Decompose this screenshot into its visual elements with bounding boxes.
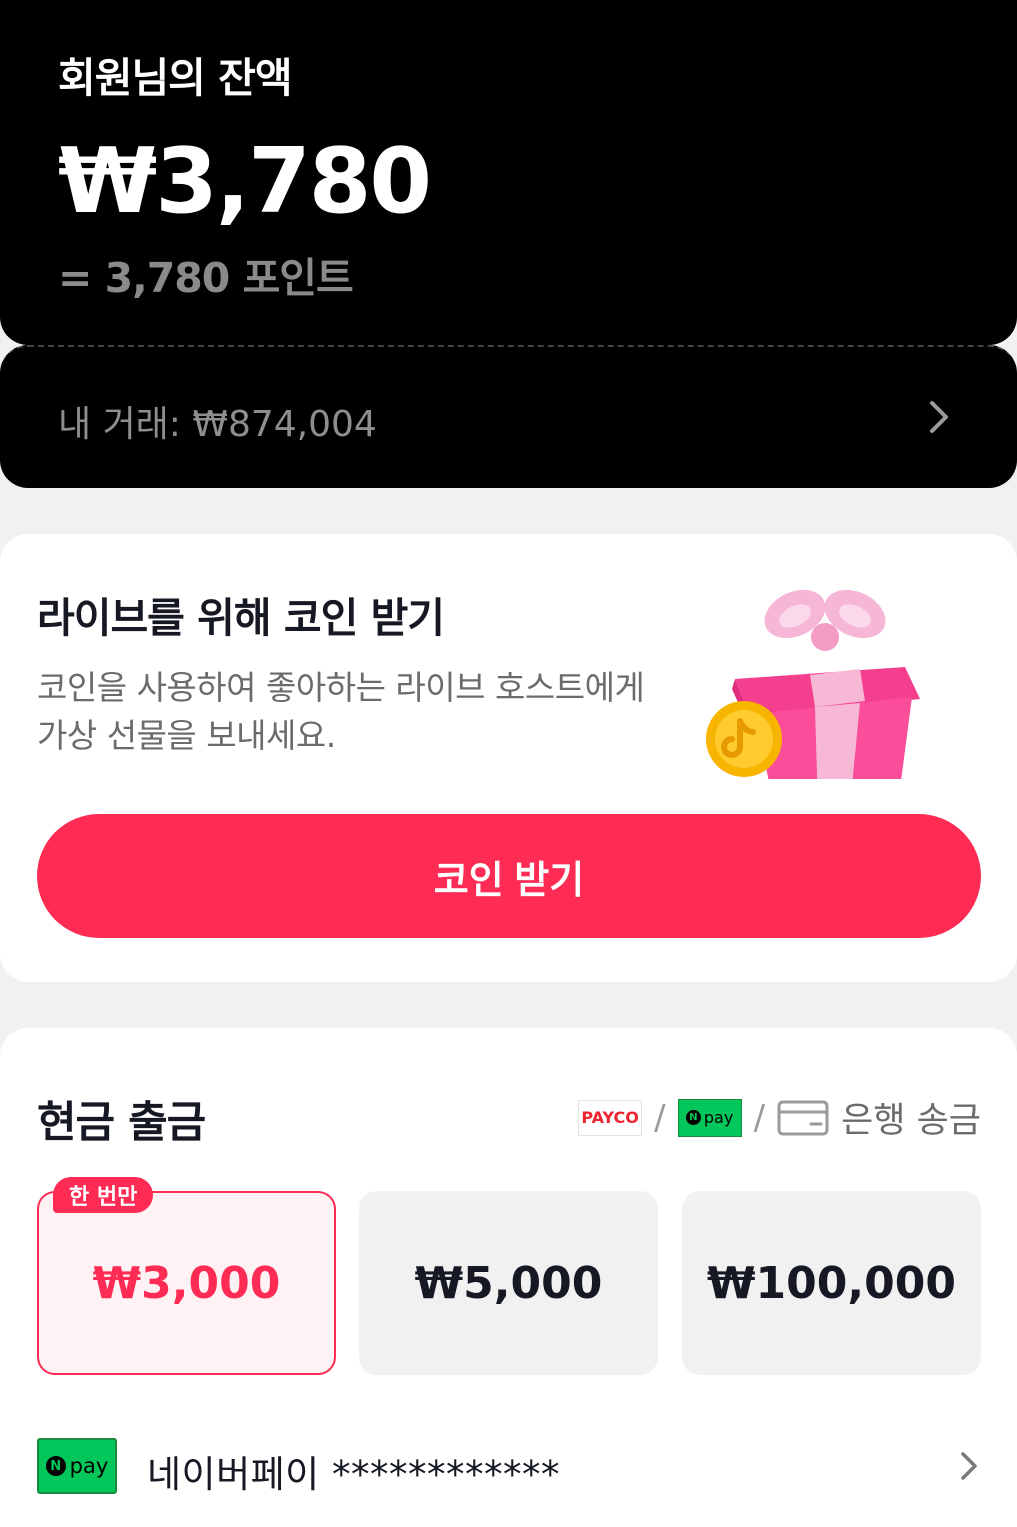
amount-option-5000[interactable]: ₩5,000 (359, 1191, 658, 1375)
chevron-right-icon (930, 401, 948, 433)
get-coins-description: 코인을 사용하여 좋아하는 라이브 호스트에게 가상 선물을 보내세요. (37, 668, 645, 755)
balance-amount: ₩3,780 (58, 129, 432, 234)
amount-option-3000[interactable]: 한 번만 ₩3,000 (37, 1177, 336, 1375)
amount-options: 한 번만 ₩3,000 ₩5,000 ₩100,000 (37, 1177, 981, 1375)
once-only-badge: 한 번만 (53, 1177, 154, 1213)
bank-transfer-label: 은행 송금 (841, 1101, 981, 1141)
balance-title: 회원님의 잔액 (58, 54, 293, 102)
chevron-right-icon (961, 1452, 977, 1480)
npay-logo: N pay (37, 1438, 117, 1494)
get-coins-heading: 라이브를 위해 코인 받기 (37, 594, 445, 642)
balance-card: 회원님의 잔액 ₩3,780 = 3,780 포인트 (0, 0, 1017, 345)
method-separator: / (654, 1097, 666, 1138)
npay-n-icon: N (45, 1456, 66, 1476)
transactions-label: 내 거래: ₩874,004 (58, 404, 377, 445)
payout-account-row[interactable]: N pay 네이버페이 ************ (37, 1436, 981, 1496)
npay-logo: N pay (677, 1098, 742, 1137)
amount-value: ₩3,000 (92, 1257, 281, 1309)
npay-n-icon: N (685, 1110, 701, 1125)
npay-logo-text: pay (69, 1454, 109, 1478)
payout-methods: PAYCO / N pay / 은행 송금 (578, 1092, 981, 1143)
card-icon (777, 1100, 829, 1135)
payco-logo: PAYCO (578, 1099, 643, 1136)
get-coins-button[interactable]: 코인 받기 (37, 814, 981, 938)
amount-option-100000[interactable]: ₩100,000 (682, 1191, 981, 1375)
amount-value: ₩100,000 (707, 1257, 956, 1309)
payout-account-label: 네이버페이 ************ (147, 1453, 560, 1496)
cash-out-card: 현금 출금 PAYCO / N pay / 은행 송금 한 번만 ₩3,000 … (0, 1028, 1017, 1527)
get-coins-card: 라이브를 위해 코인 받기 코인을 사용하여 좋아하는 라이브 호스트에게 가상… (0, 534, 1017, 982)
cash-out-heading: 현금 출금 (37, 1098, 206, 1148)
npay-logo-text: pay (703, 1108, 734, 1127)
transactions-row[interactable]: 내 거래: ₩874,004 (0, 345, 1017, 488)
gift-box-icon (706, 589, 920, 779)
balance-points: = 3,780 포인트 (58, 254, 354, 302)
amount-value: ₩5,000 (414, 1257, 603, 1309)
method-separator: / (753, 1097, 766, 1138)
